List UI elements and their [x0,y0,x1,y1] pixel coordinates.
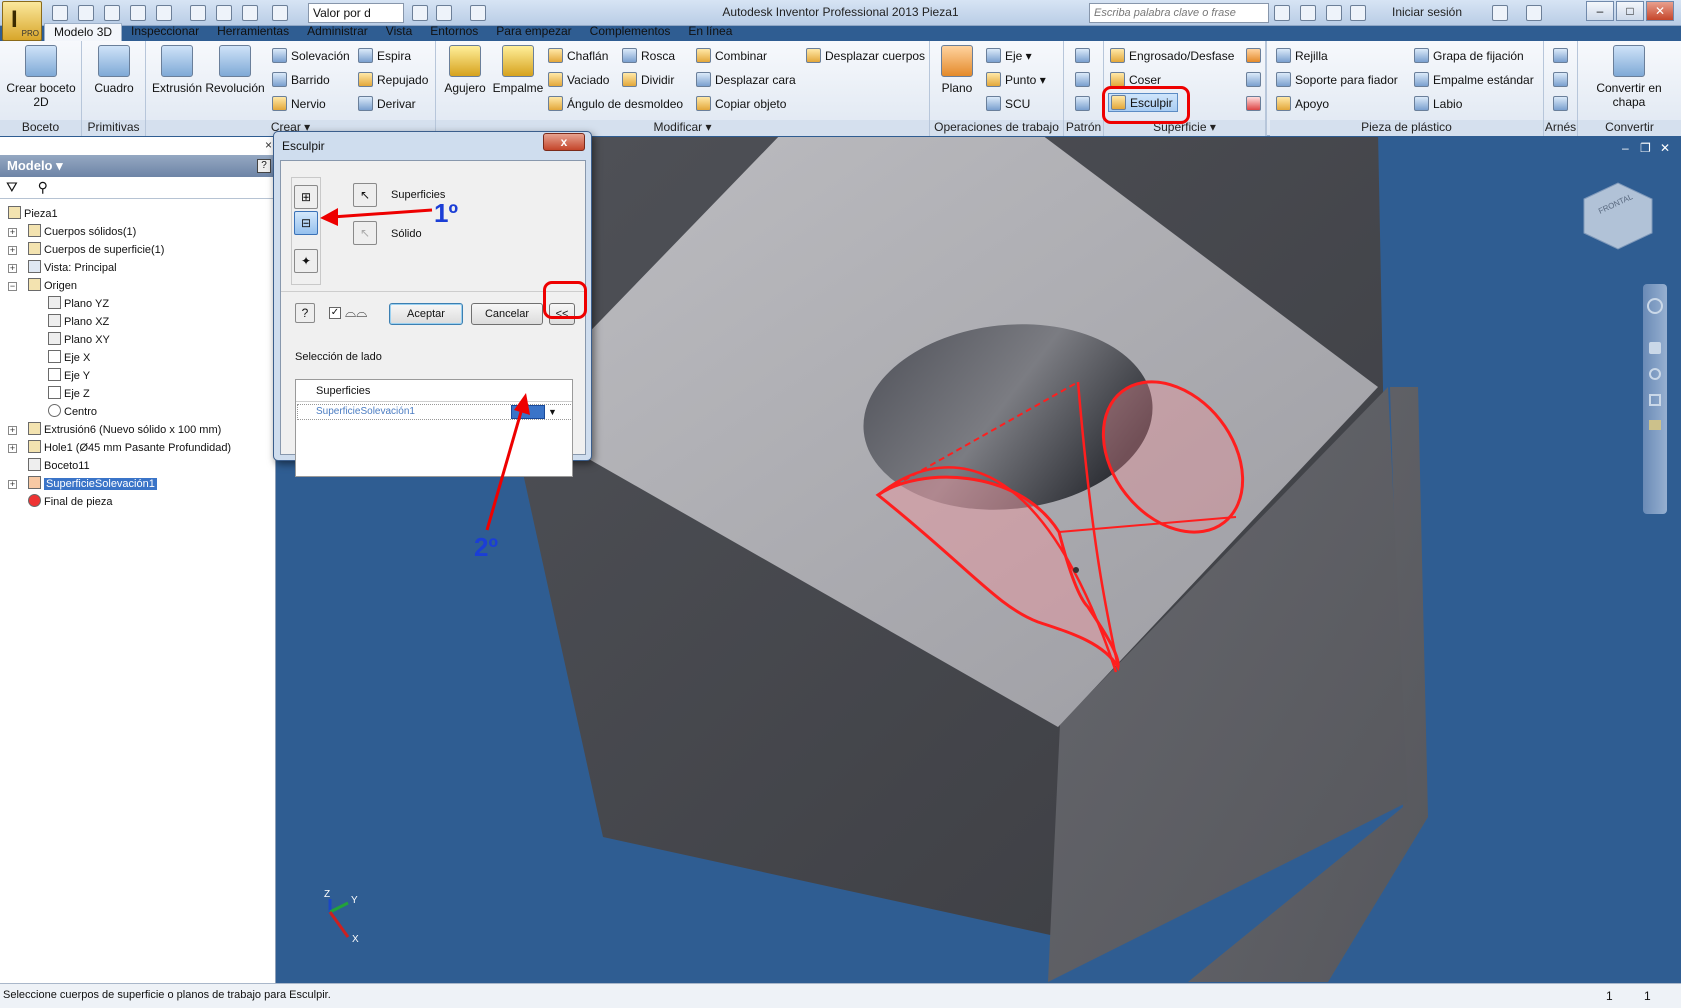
status-bar: Seleccione cuerpos de superficie o plano… [0,983,1681,1008]
arrow-1-head [320,208,338,226]
arrow-1-line [331,208,433,219]
status-message: Seleccione cuerpos de superficie o plano… [3,989,331,1001]
arrow-2-line [485,404,525,531]
inventor-window: Autodesk Inventor Professional 2013 Piez… [0,0,1681,1008]
arrow-2-head [514,393,530,415]
annotation-step-1: 1º [434,198,458,228]
status-count-1: 1 [1606,989,1613,1003]
annotation-step-2: 2º [474,532,498,562]
status-count-2: 1 [1644,989,1651,1003]
annotation-overlay [320,208,530,531]
